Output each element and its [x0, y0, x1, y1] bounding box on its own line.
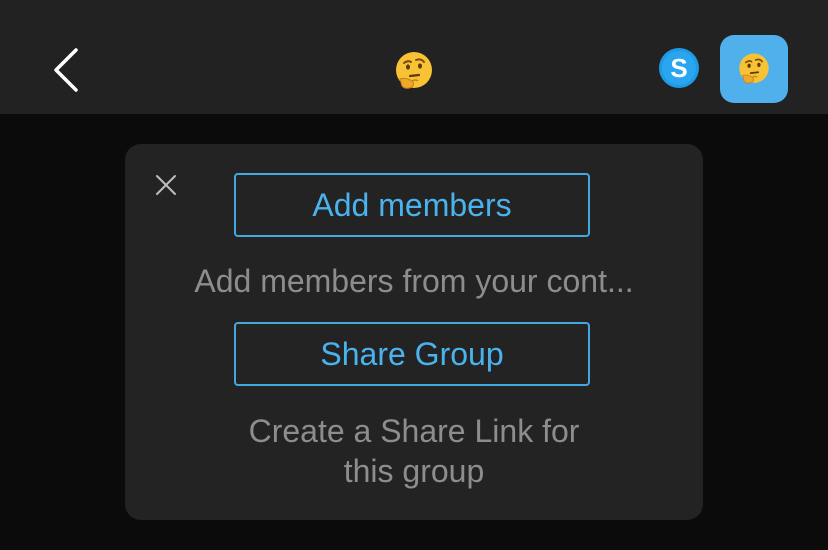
close-card-button[interactable] [153, 172, 179, 198]
add-members-card: Add members Add members from your cont..… [125, 144, 703, 520]
add-members-button[interactable]: Add members [234, 173, 590, 237]
top-bar: S [0, 0, 828, 114]
share-group-description-line2: this group [343, 453, 485, 489]
back-button[interactable] [46, 44, 86, 96]
share-group-description: Create a Share Link for this group [155, 411, 673, 491]
skype-logo-icon: S [659, 48, 699, 88]
chevron-left-icon [54, 48, 78, 92]
thinking-face-emoji [739, 53, 769, 84]
svg-text:S: S [670, 53, 687, 83]
share-group-description-line1: Create a Share Link for [248, 413, 580, 449]
add-members-description: Add members from your cont... [194, 263, 634, 299]
thinking-face-emoji [396, 52, 432, 89]
group-title-emoji[interactable] [392, 49, 436, 93]
group-avatar-button[interactable] [720, 35, 788, 103]
close-icon [156, 175, 176, 195]
share-group-button[interactable]: Share Group [234, 322, 590, 386]
screen: S Add members Add members from your cont… [0, 0, 828, 550]
skype-button[interactable]: S [658, 47, 700, 89]
